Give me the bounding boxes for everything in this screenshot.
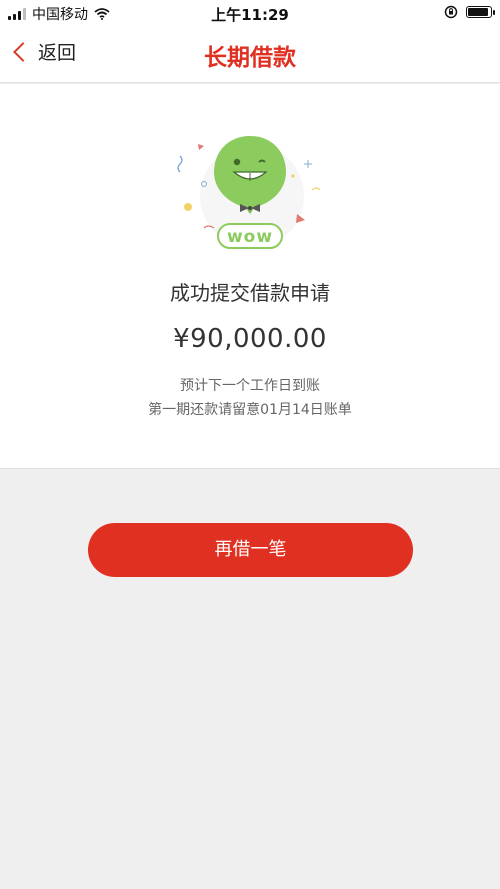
borrow-again-button[interactable]: 再借一笔	[88, 523, 413, 577]
status-bar: 中国移动 上午11:29	[0, 0, 500, 26]
rotation-lock-icon	[444, 5, 458, 19]
status-right	[444, 5, 495, 19]
status-time: 上午11:29	[211, 6, 289, 24]
loan-amount: ¥90,000.00	[173, 324, 327, 354]
nav-bar: 返回 长期借款	[0, 26, 500, 83]
battery-icon	[466, 6, 495, 18]
wow-balloon-illustration: wow	[177, 136, 321, 249]
svg-text:wow: wow	[227, 227, 273, 247]
arrival-note: 预计下一个工作日到账	[180, 378, 320, 394]
back-button[interactable]: 返回	[10, 38, 76, 65]
result-card: wow 成功提交借款申请 ¥90,000.00 预计下一个工作日到账 第一期还款…	[0, 84, 500, 469]
page: 中国移动 上午11:29 返回 长期借款 wow 成功提交借款申请 ¥90,00…	[0, 0, 500, 889]
repayment-note: 第一期还款请留意01月14日账单	[148, 402, 352, 418]
success-title: 成功提交借款申请	[170, 281, 330, 305]
chevron-left-icon	[13, 41, 33, 62]
back-label: 返回	[38, 42, 77, 64]
